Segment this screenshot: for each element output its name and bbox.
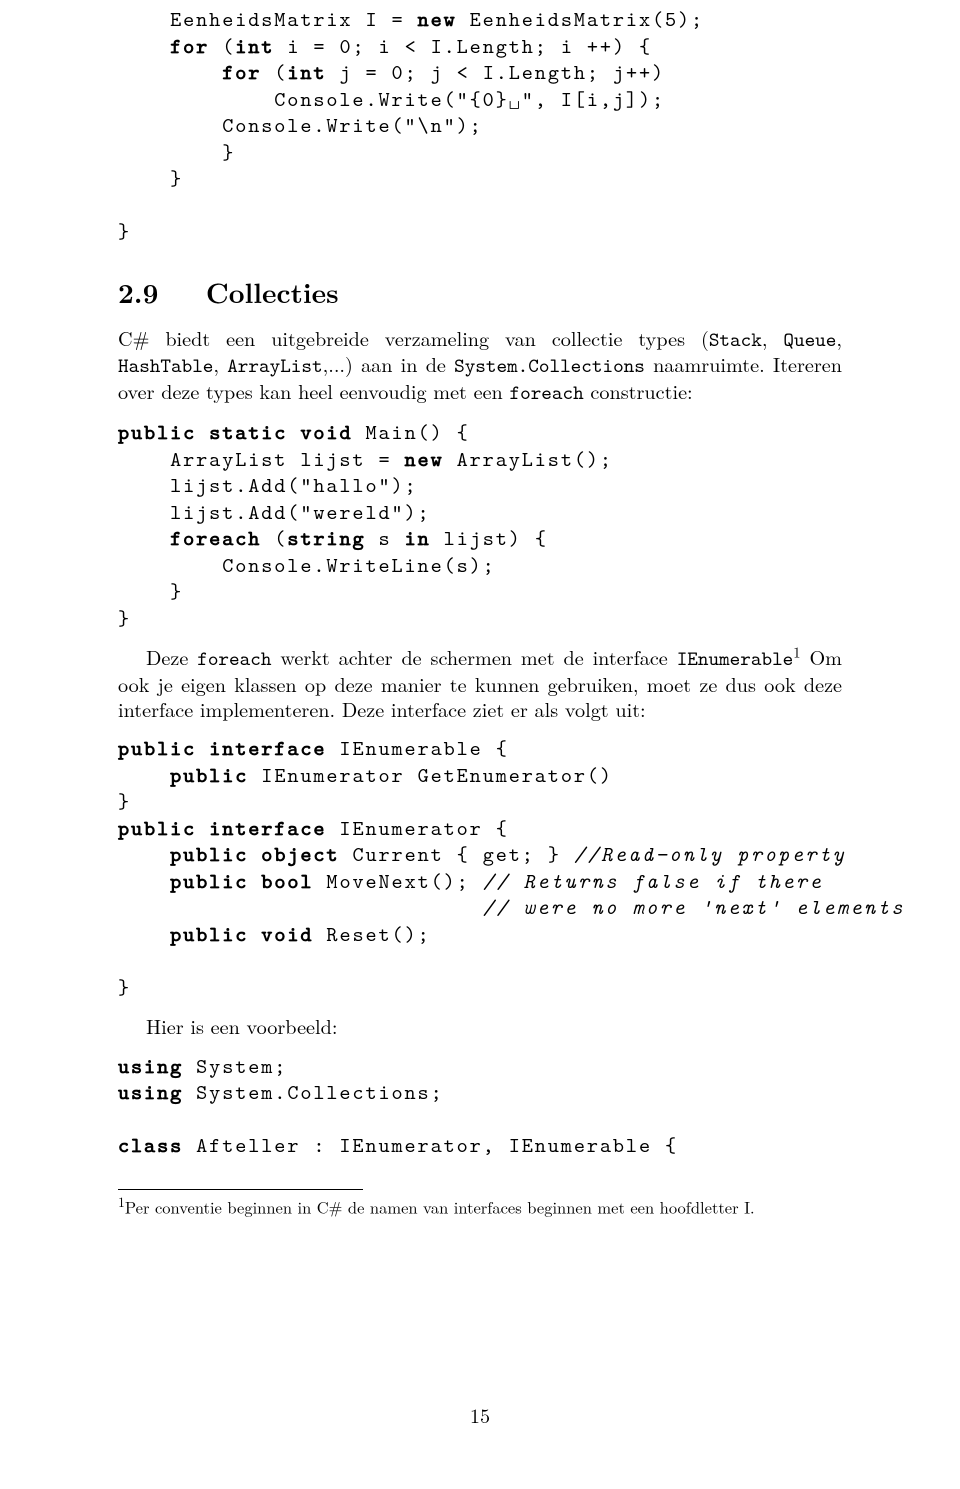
paragraph-3: Hier is een voorbeeld: xyxy=(118,1014,842,1039)
inline-code: foreach xyxy=(510,379,584,406)
code-block-main: public static void Main() { ArrayList li… xyxy=(118,419,842,631)
code-block-example: using System; using System.Collections; … xyxy=(118,1053,842,1159)
paragraph-1: C# biedt een uitgebreide verzameling van… xyxy=(118,326,842,406)
page: EenheidsMatrix I = new EenheidsMatrix(5)… xyxy=(0,0,960,1489)
section-number: 2.9 xyxy=(118,273,158,312)
footnote-separator xyxy=(118,1189,363,1190)
page-number: 15 xyxy=(0,1400,960,1429)
section-title: Collecties xyxy=(206,273,339,312)
footnote-number: 1 xyxy=(118,1192,125,1211)
code-block-interfaces: public interface IEnumerable { public IE… xyxy=(118,735,842,1000)
code-block-top: EenheidsMatrix I = new EenheidsMatrix(5)… xyxy=(118,6,842,245)
paragraph-2: Deze foreach werkt achter de schermen me… xyxy=(118,645,842,721)
section-heading: 2.9 Collecties xyxy=(118,273,842,312)
footnote: 1Per conventie beginnen in C# de namen v… xyxy=(118,1193,842,1217)
footnote-text: Per conventie beginnen in C# de namen va… xyxy=(125,1194,755,1218)
footnote-ref: 1 xyxy=(793,643,800,663)
